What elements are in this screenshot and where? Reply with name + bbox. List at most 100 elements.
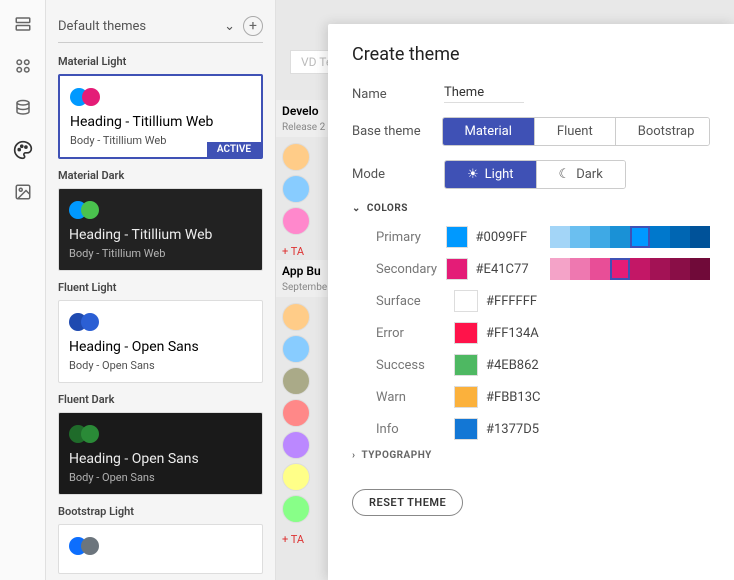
name-input[interactable]: Theme (444, 85, 524, 103)
color-swatch[interactable] (454, 290, 478, 312)
palette-cell[interactable] (550, 258, 570, 280)
palette-cell[interactable] (650, 226, 670, 248)
color-value[interactable]: #FFFFFF (486, 294, 558, 309)
theme-card[interactable] (58, 524, 263, 574)
colors-section-toggle[interactable]: ⌄ COLORS (352, 203, 710, 214)
palette-cell[interactable] (670, 226, 690, 248)
mode-option-light[interactable]: ☀Light (445, 161, 537, 188)
palette-cell[interactable] (630, 258, 650, 280)
avatar (282, 143, 310, 171)
color-swatch[interactable] (454, 354, 478, 376)
swatch (81, 201, 99, 219)
theme-card[interactable]: Heading - Open Sans Body - Open Sans (58, 412, 263, 495)
sun-icon: ☀ (467, 167, 479, 182)
avatar (282, 463, 310, 491)
avatar (282, 431, 310, 459)
palette-cell[interactable] (590, 226, 610, 248)
chevron-right-icon: › (352, 450, 356, 461)
base-option-bootstrap[interactable]: Bootstrap (616, 118, 710, 145)
color-row-success: Success#4EB862 (352, 354, 710, 376)
bg-group-sub: Septembe (276, 282, 336, 297)
avatar (282, 367, 310, 395)
add-theme-button[interactable]: + (243, 16, 263, 36)
color-value[interactable]: #4EB862 (486, 358, 558, 373)
color-row-surface: Surface #FFFFFF (352, 290, 710, 312)
chevron-down-icon: ⌄ (352, 203, 361, 214)
color-row-primary: Primary #0099FF (352, 226, 710, 248)
palette-cell[interactable] (670, 258, 690, 280)
color-swatch[interactable] (454, 322, 478, 344)
image-icon[interactable] (11, 180, 35, 204)
windows-icon[interactable] (11, 12, 35, 36)
palette-cell[interactable] (690, 258, 710, 280)
color-label: Surface (376, 294, 454, 309)
color-swatch[interactable] (454, 418, 478, 440)
theme-section-label: Fluent Light (58, 281, 263, 294)
palette-cell[interactable] (570, 226, 590, 248)
dropdown-label: Default themes (58, 19, 146, 34)
color-swatch[interactable] (454, 386, 478, 408)
card-heading: Heading - Open Sans (69, 339, 252, 355)
iconbar (0, 0, 46, 580)
base-option-fluent[interactable]: Fluent (535, 118, 616, 145)
theme-card[interactable]: Heading - Open SansBody - Open Sans (58, 300, 263, 383)
create-theme-panel: Create theme Name Theme Base theme Mater… (328, 24, 734, 580)
bg-add[interactable]: + TA (276, 529, 336, 550)
bg-group-title: Develo (276, 100, 336, 122)
palette-cell[interactable] (550, 226, 570, 248)
typography-section-toggle[interactable]: › TYPOGRAPHY (352, 450, 710, 461)
color-value[interactable]: #FBB13C (486, 390, 558, 405)
bg-add[interactable]: + TA (276, 241, 336, 262)
reset-theme-button[interactable]: RESET THEME (352, 489, 463, 516)
color-swatch[interactable] (446, 226, 468, 248)
moon-icon: ☾ (559, 167, 571, 182)
card-body: Body - Open Sans (69, 471, 252, 484)
swatch (82, 88, 100, 106)
theme-card[interactable]: Heading - Titillium WebBody - Titillium … (58, 188, 263, 271)
color-value[interactable]: #0099FF (476, 230, 540, 245)
themes-sidebar: Default themes ⌄ + Material Light Heading… (46, 0, 276, 580)
palette-cell[interactable] (690, 226, 710, 248)
base-option-material[interactable]: Material (443, 118, 535, 145)
card-heading: Heading - Open Sans (69, 451, 252, 467)
color-row-error: Error#FF134A (352, 322, 710, 344)
avatar (282, 399, 310, 427)
panel-title: Create theme (352, 44, 710, 65)
mode-label: Mode (352, 167, 444, 182)
palette-cell[interactable] (570, 258, 590, 280)
color-value[interactable]: #1377D5 (486, 422, 558, 437)
palette-cell[interactable] (590, 258, 610, 280)
avatar (282, 207, 310, 235)
name-label: Name (352, 87, 444, 102)
color-label: Info (376, 422, 454, 437)
avatar (282, 495, 310, 523)
base-theme-label: Base theme (352, 124, 442, 139)
palette-cell[interactable] (610, 226, 630, 248)
bg-group-sub: Release 2 (276, 122, 336, 137)
bg-group-title: App Bu (276, 260, 336, 282)
theme-card[interactable]: Heading - Titillium WebBody - Titillium … (58, 74, 263, 159)
color-value[interactable]: #FF134A (486, 326, 558, 341)
palette-cell[interactable] (630, 226, 650, 248)
color-row-warn: Warn#FBB13C (352, 386, 710, 408)
themes-dropdown[interactable]: Default themes ⌄ (58, 19, 235, 34)
mode-option-dark[interactable]: ☾Dark (537, 161, 625, 188)
active-badge: ACTIVE (207, 142, 261, 157)
color-label: Primary (376, 230, 446, 245)
avatar (282, 335, 310, 363)
palette-cell[interactable] (650, 258, 670, 280)
color-value[interactable]: #E41C77 (476, 262, 540, 277)
color-swatch[interactable] (446, 258, 468, 280)
swatch (81, 313, 99, 331)
theme-section-label: Material Light (58, 55, 263, 68)
grid-icon[interactable] (11, 54, 35, 78)
theme-section-label: Fluent Dark (58, 393, 263, 406)
palette-cell[interactable] (610, 258, 630, 280)
palette-icon[interactable] (11, 138, 35, 162)
mode-segmented: ☀Light☾Dark (444, 160, 626, 189)
avatar (282, 303, 310, 331)
theme-section-label: Material Dark (58, 169, 263, 182)
database-icon[interactable] (11, 96, 35, 120)
color-row-info: Info #1377D5 (352, 418, 710, 440)
card-heading: Heading - Titillium Web (70, 114, 251, 130)
